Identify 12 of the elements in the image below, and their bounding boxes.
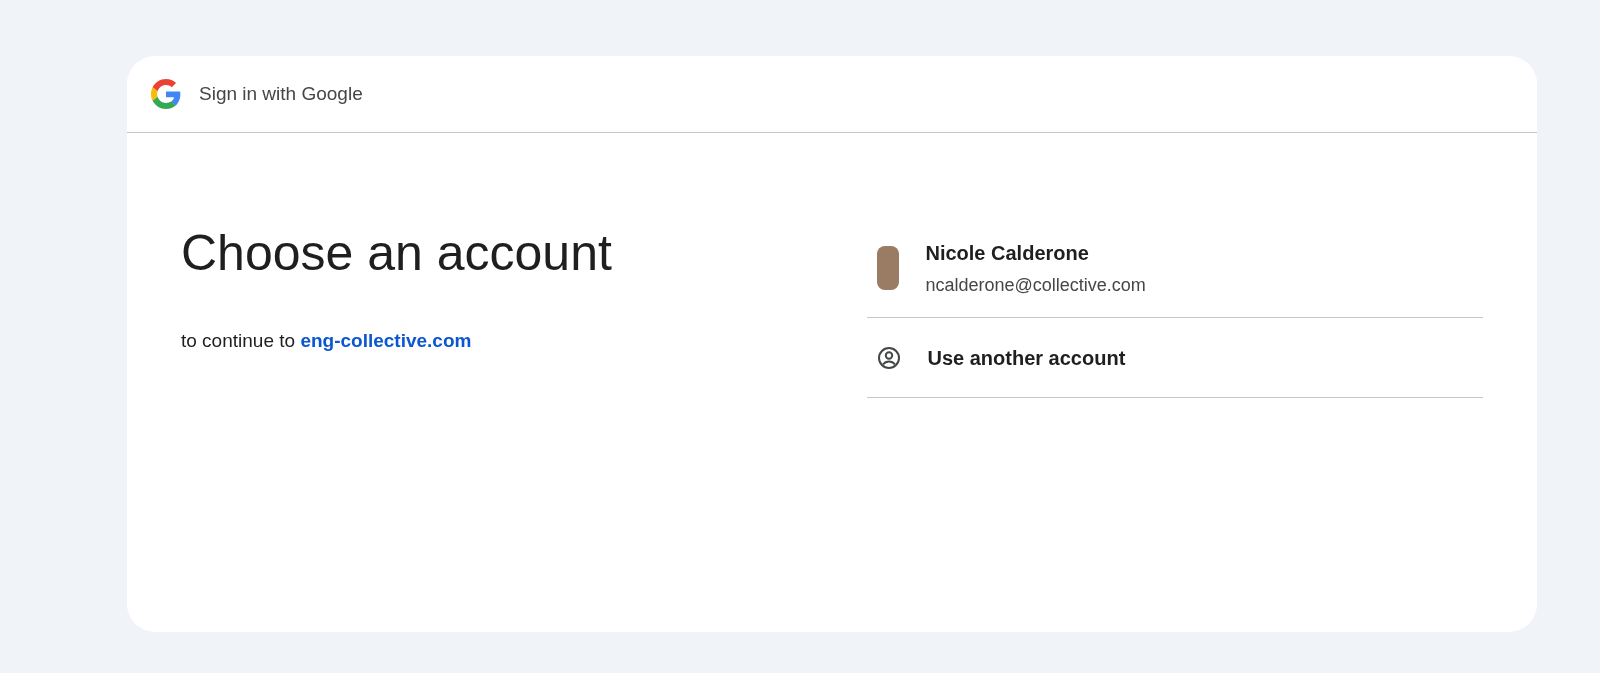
account-name: Nicole Calderone: [925, 240, 1090, 266]
use-another-account-item[interactable]: Use another account: [867, 318, 1483, 398]
account-email: ncalderone@collective.com: [925, 273, 1146, 297]
user-circle-icon: [877, 345, 902, 370]
photo-placeholder: [877, 246, 900, 290]
account-item[interactable]: Nicole Calderone ncalderone@collective.com: [867, 227, 1483, 318]
header-title: Sign in with Google: [199, 81, 363, 106]
google-logo-icon: [151, 79, 181, 109]
subtitle-text: to continue to eng-collective.com: [181, 329, 473, 353]
page-heading: Choose an account: [181, 224, 613, 283]
site-link[interactable]: eng-collective.com: [300, 330, 472, 351]
account-name: Use another account: [927, 345, 1126, 371]
